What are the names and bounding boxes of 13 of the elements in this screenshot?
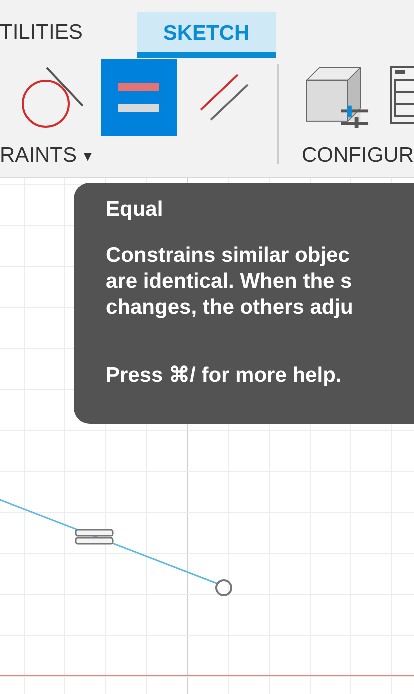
tooltip-title: Equal: [106, 197, 164, 223]
panel-menu[interactable]: RAINTS ▼: [0, 144, 299, 166]
ribbon-tab[interactable]: TILITIES: [0, 12, 137, 58]
equal-constraint-icon[interactable]: [75, 529, 114, 545]
tooltip-help: Press ⌘/ for more help.: [106, 363, 343, 389]
tangent-icon: [21, 66, 86, 130]
endpoint-icon[interactable]: [216, 580, 232, 596]
parallel-icon: [200, 72, 250, 122]
tool-button[interactable]: [101, 59, 178, 136]
tooltip-description: Constrains similar objec are identical. When the s changes, the others adju: [106, 243, 354, 321]
panel-menu[interactable]: CONFIGUR: [302, 144, 414, 166]
cube-icon[interactable]: [306, 66, 370, 130]
equal-icon: [118, 82, 160, 112]
